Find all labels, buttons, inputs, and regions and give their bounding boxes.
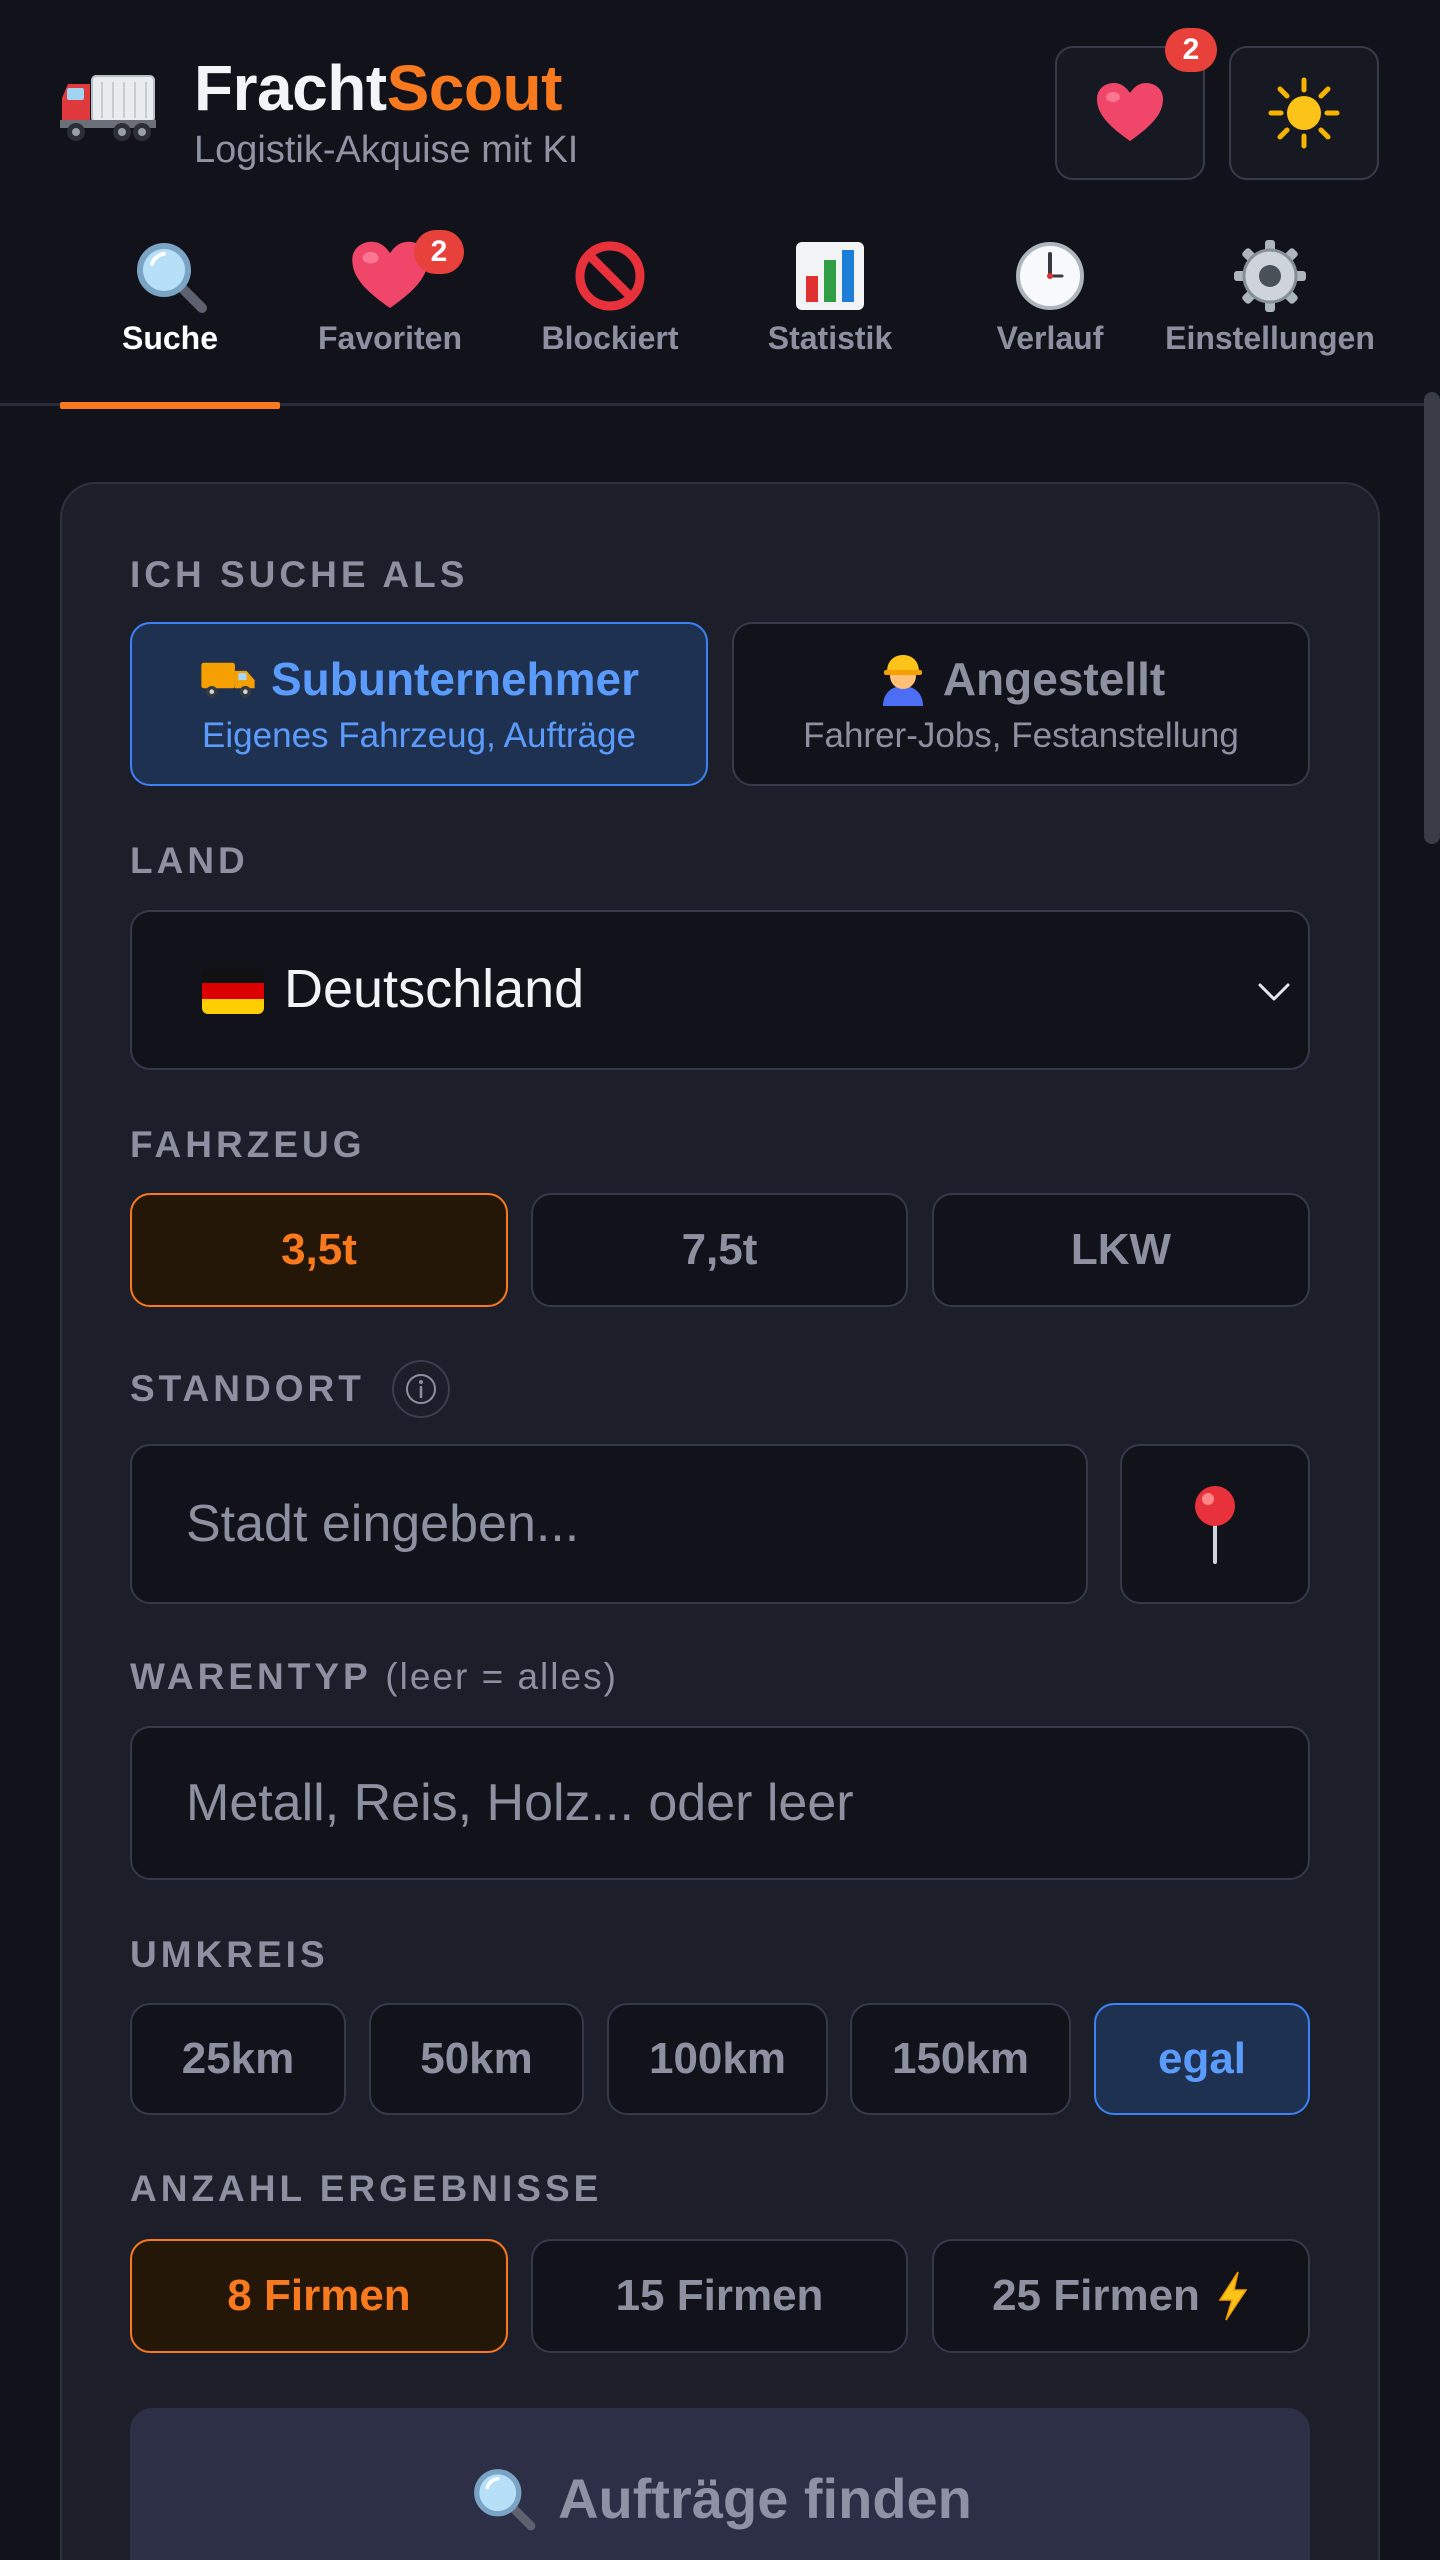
role-title-text: Angestellt xyxy=(942,653,1166,705)
radius-option-25km[interactable]: 25km xyxy=(130,2003,346,2115)
delivery-truck-icon xyxy=(201,662,255,698)
result-count-label: ANZAHL ERGEBNISSE xyxy=(130,2168,603,2209)
goods-type-label: WARENTYP (leer = alles) xyxy=(130,1656,618,1697)
country-label: LAND xyxy=(130,840,249,881)
pushpin-icon xyxy=(1195,1486,1235,1564)
heart-icon xyxy=(1097,83,1163,141)
tab-label: Statistik xyxy=(767,320,893,356)
vehicle-label: FAHRZEUG xyxy=(130,1124,366,1165)
radius-label: UMKREIS xyxy=(130,1934,329,1975)
heart-icon-wrap: 2 xyxy=(350,230,464,316)
find-orders-label: Aufträge finden xyxy=(558,2466,972,2530)
role-label: ICH SUCHE ALS xyxy=(130,554,469,595)
tab-einstellungen[interactable]: Einstellungen xyxy=(1160,220,1380,406)
magnifier-icon xyxy=(474,2469,536,2531)
find-orders-button[interactable]: Aufträge finden xyxy=(130,2408,1310,2560)
tab-label: Einstellungen xyxy=(1165,320,1375,356)
radius-option-150km[interactable]: 150km xyxy=(850,2003,1071,2115)
tab-label: Favoriten xyxy=(317,320,463,356)
count-option-15[interactable]: 15 Firmen xyxy=(531,2239,908,2353)
bar-chart-icon xyxy=(796,242,864,310)
app-tagline: Logistik-Akquise mit KI xyxy=(194,129,579,171)
use-my-location-button[interactable] xyxy=(1120,1444,1310,1604)
role-title: Subunternehmer xyxy=(132,652,706,706)
favorites-count-badge: 2 xyxy=(1165,28,1217,72)
country-select[interactable]: Deutschland xyxy=(130,910,1310,1070)
role-title: Angestellt xyxy=(734,652,1308,706)
favorites-button[interactable]: 2 xyxy=(1055,28,1217,180)
role-subtitle: Eigenes Fahrzeug, Aufträge xyxy=(202,716,636,755)
tab-label: Verlauf xyxy=(996,320,1104,356)
sun-icon xyxy=(1268,77,1340,149)
main-navigation: Suche 2 Favoriten Blockiert Statistik Ve… xyxy=(0,220,1440,409)
info-icon[interactable] xyxy=(392,1360,450,1418)
count-option-8[interactable]: 8 Firmen xyxy=(130,2239,508,2353)
radius-option-50km[interactable]: 50km xyxy=(369,2003,584,2115)
truck-icon xyxy=(60,75,156,141)
count-option-25[interactable]: 25 Firmen xyxy=(932,2239,1310,2353)
goods-type-hint: (leer = alles) xyxy=(385,1656,618,1697)
role-angestellt-option[interactable]: Angestellt Fahrer-Jobs, Festanstellung xyxy=(732,622,1310,786)
goods-type-input[interactable] xyxy=(130,1726,1310,1880)
page-scrollbar[interactable] xyxy=(1424,392,1440,844)
vehicle-option-lkw[interactable]: LKW xyxy=(932,1193,1310,1307)
role-subtitle: Fahrer-Jobs, Festanstellung xyxy=(803,716,1239,755)
gear-icon xyxy=(1234,240,1306,312)
app-title: FrachtScout xyxy=(194,52,562,124)
country-value: Deutschland xyxy=(284,959,585,1019)
germany-flag-icon xyxy=(202,968,264,1014)
role-subunternehmer-option[interactable]: Subunternehmer Eigenes Fahrzeug, Aufträg… xyxy=(130,622,708,786)
tab-favoriten[interactable]: 2 Favoriten xyxy=(280,220,500,406)
tab-suche[interactable]: Suche xyxy=(60,220,280,409)
tab-statistik[interactable]: Statistik xyxy=(720,220,940,406)
vehicle-option-7-5t[interactable]: 7,5t xyxy=(531,1193,908,1307)
magnifier-icon xyxy=(137,243,207,313)
lightning-icon xyxy=(1218,2271,1248,2321)
location-input[interactable] xyxy=(130,1444,1088,1604)
tab-verlauf[interactable]: Verlauf xyxy=(940,220,1160,406)
favorites-tab-badge: 2 xyxy=(414,230,464,274)
construction-worker-icon xyxy=(882,655,923,706)
location-label: STANDORT xyxy=(130,1368,365,1409)
role-title-text: Subunternehmer xyxy=(270,653,640,705)
chevron-down-icon xyxy=(1258,983,1290,1001)
radius-option-egal[interactable]: egal xyxy=(1094,2003,1310,2115)
app-header: FrachtScout Logistik-Akquise mit KI 2 xyxy=(0,0,1440,220)
theme-toggle-button[interactable] xyxy=(1229,46,1379,180)
count-option-25-label: 25 Firmen xyxy=(992,2271,1200,2320)
tab-label: Blockiert xyxy=(541,320,679,356)
radius-option-100km[interactable]: 100km xyxy=(607,2003,828,2115)
clock-icon xyxy=(1016,242,1084,310)
no-entry-icon xyxy=(575,241,645,311)
tab-blockiert[interactable]: Blockiert xyxy=(500,220,720,406)
tab-label: Suche xyxy=(121,320,219,356)
vehicle-option-3-5t[interactable]: 3,5t xyxy=(130,1193,508,1307)
